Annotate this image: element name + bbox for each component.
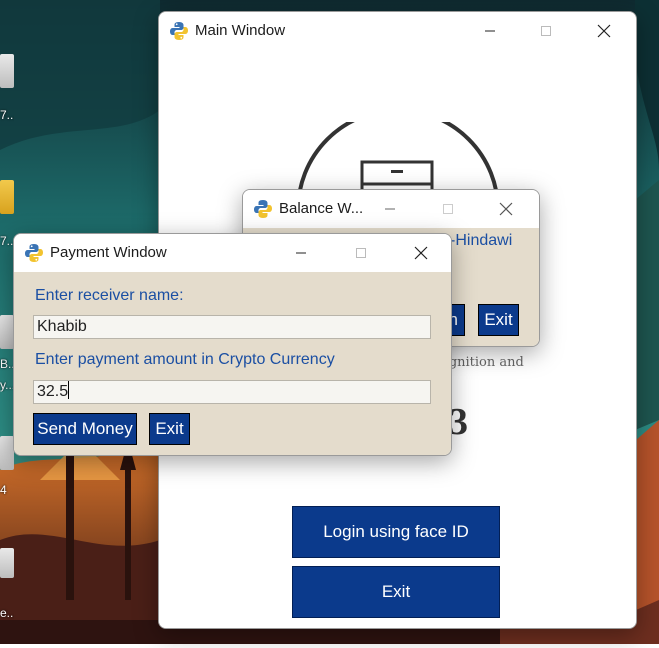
main-window-titlebar[interactable]: Main Window xyxy=(159,12,636,50)
minimize-button[interactable] xyxy=(367,190,413,228)
minimize-button[interactable] xyxy=(467,12,513,50)
payment-window-titlebar[interactable]: Payment Window xyxy=(14,234,451,272)
desktop-shortcut-icon[interactable] xyxy=(0,315,14,349)
payment-window[interactable]: Payment Window Enter receiver name: Khab… xyxy=(13,233,452,456)
desktop-shortcut-label: y... xyxy=(0,378,14,392)
desktop-shortcut-icon[interactable] xyxy=(0,548,14,578)
main-window-description: ognition and xyxy=(441,355,524,370)
desktop-shortcut-icon[interactable] xyxy=(0,436,14,470)
desktop-shortcut-label: 7... xyxy=(0,234,14,248)
minimize-icon xyxy=(485,30,495,32)
minimize-button[interactable] xyxy=(278,234,324,272)
text-caret xyxy=(68,381,70,399)
close-icon xyxy=(499,202,513,216)
payment-amount-value: 32.5 xyxy=(37,383,69,400)
main-exit-button[interactable]: Exit xyxy=(292,566,500,618)
receiver-name-input[interactable]: Khabib xyxy=(33,315,431,339)
desktop-shortcut-label: 7... xyxy=(0,108,14,122)
desktop-shortcut-label: 4 xyxy=(0,483,7,497)
balance-exit-button[interactable]: Exit xyxy=(478,304,519,336)
receiver-name-label: Enter receiver name: xyxy=(35,287,184,304)
close-button[interactable] xyxy=(398,234,444,272)
minimize-icon xyxy=(296,252,306,254)
login-face-id-button[interactable]: Login using face ID xyxy=(292,506,500,558)
desktop-shortcut-label: e... xyxy=(0,606,14,620)
desktop-shortcut-icon[interactable] xyxy=(0,54,14,88)
desktop-folder-icon[interactable] xyxy=(0,180,14,214)
payment-amount-label: Enter payment amount in Crypto Currency xyxy=(35,351,335,368)
maximize-icon xyxy=(356,248,366,258)
close-button[interactable] xyxy=(483,190,529,228)
account-holder-label: -Hindawi xyxy=(450,232,513,249)
payment-window-body: Enter receiver name: Khabib Enter paymen… xyxy=(14,272,451,455)
payment-amount-input[interactable]: 32.5 xyxy=(33,380,431,404)
close-button[interactable] xyxy=(581,12,627,50)
python-icon xyxy=(170,22,188,40)
balance-window-titlebar[interactable]: Balance W... xyxy=(243,190,539,228)
python-icon xyxy=(254,200,272,218)
maximize-icon xyxy=(443,204,453,214)
minimize-icon xyxy=(385,208,395,210)
maximize-button[interactable] xyxy=(425,190,471,228)
maximize-button[interactable] xyxy=(338,234,384,272)
send-money-button[interactable]: Send Money xyxy=(33,413,137,445)
maximize-icon xyxy=(541,26,551,36)
python-icon xyxy=(25,244,43,262)
main-window-title: Main Window xyxy=(195,22,286,39)
balance-window-title: Balance W... xyxy=(279,200,364,217)
desktop-shortcut-label: B... xyxy=(0,357,14,371)
payment-exit-button[interactable]: Exit xyxy=(149,413,190,445)
maximize-button[interactable] xyxy=(523,12,569,50)
close-icon xyxy=(597,24,611,38)
close-icon xyxy=(414,246,428,260)
receiver-name-value: Khabib xyxy=(37,318,87,335)
payment-window-title: Payment Window xyxy=(50,244,167,261)
